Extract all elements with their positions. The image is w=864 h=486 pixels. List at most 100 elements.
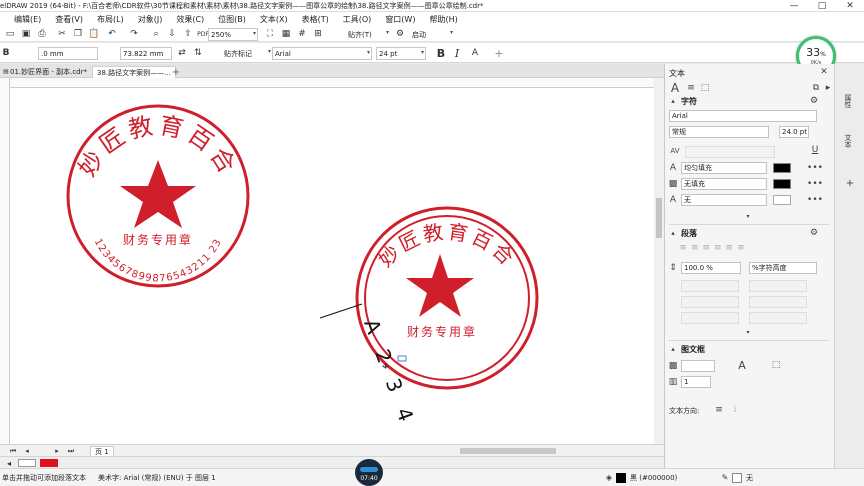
horizontal-scroll-thumb[interactable] <box>460 448 556 454</box>
tab-document-2[interactable]: 38.路径文字案例——... <box>92 66 176 78</box>
frame-wrap-icon[interactable]: ⬚ <box>769 358 783 372</box>
more-icon[interactable]: ••• <box>805 162 825 174</box>
add-docker-icon[interactable]: + <box>845 178 855 189</box>
palette-arrow-icon[interactable]: ◂ <box>4 458 14 468</box>
outline-color-swatch[interactable] <box>773 195 791 205</box>
indent-field-4[interactable] <box>749 296 807 308</box>
launch-dropdown[interactable]: 启动 ▾ <box>410 28 454 41</box>
docker-menu-icon[interactable]: ▸ <box>823 82 833 94</box>
collapse-icon[interactable]: ▴ <box>669 228 677 238</box>
vertical-text-icon[interactable]: ⦙ <box>729 404 741 416</box>
maximize-button[interactable]: □ <box>808 0 836 12</box>
offset-y-field[interactable]: 73.822 mm <box>120 47 172 60</box>
close-icon[interactable]: ✕ <box>819 67 829 77</box>
bg-color-swatch[interactable] <box>773 179 791 189</box>
gear-icon[interactable]: ⚙ <box>809 228 819 238</box>
indent-field-2[interactable] <box>749 280 807 292</box>
menu-view[interactable]: 查看(V) <box>55 14 83 25</box>
frame-fill-select[interactable] <box>681 360 715 372</box>
indent-field-1[interactable] <box>681 280 739 292</box>
italic-button[interactable]: I <box>450 46 464 60</box>
export-icon[interactable]: ⇧ <box>182 28 194 40</box>
fill-color-swatch[interactable] <box>773 163 791 173</box>
fill-type-select[interactable]: 均匀填充 <box>681 162 767 174</box>
line-unit-select[interactable]: %字符高度 <box>749 262 817 274</box>
frame-text-icon[interactable]: A <box>735 358 749 372</box>
indent-field-3[interactable] <box>681 296 739 308</box>
minimize-button[interactable]: — <box>780 0 808 12</box>
fill-swatch[interactable] <box>616 473 626 483</box>
first-page-icon[interactable]: ⏮ <box>8 446 18 456</box>
stamp-1[interactable]: 妙匠教育百合 财务专用章 1234567899876543211 23 <box>66 104 250 288</box>
menu-object[interactable]: 对象(J) <box>138 14 163 25</box>
menu-table[interactable]: 表格(T) <box>302 14 329 25</box>
selection-handle[interactable] <box>397 355 407 362</box>
spacing-field-2[interactable] <box>749 312 807 324</box>
fullscreen-icon[interactable]: ⛶ <box>264 28 276 40</box>
search-icon[interactable]: ⌕ <box>150 28 162 40</box>
side-tab-text[interactable]: 文本 <box>843 134 853 148</box>
mirror-v-icon[interactable]: ⇅ <box>192 47 204 59</box>
gear-icon[interactable]: ⚙ <box>809 96 819 106</box>
snap-marks-dropdown[interactable]: 贴齐标记 ▾ <box>222 47 272 60</box>
vertical-ruler[interactable] <box>0 78 10 444</box>
horizontal-ruler[interactable] <box>10 78 654 88</box>
gear-icon[interactable]: ⚙ <box>394 28 406 40</box>
swatch-red[interactable] <box>40 459 58 467</box>
collapse-icon[interactable]: ▴ <box>669 96 677 106</box>
side-tab-properties[interactable]: 属性 <box>843 94 853 108</box>
mirror-h-icon[interactable]: ⇄ <box>176 47 188 59</box>
last-page-icon[interactable]: ⏭ <box>66 446 76 456</box>
close-button[interactable]: ✕ <box>836 0 864 12</box>
menu-layout[interactable]: 布局(L) <box>97 14 124 25</box>
tab-document-1[interactable]: 01.妙匠界面 - 副本.cdr* <box>6 66 91 78</box>
stamp-2[interactable]: 妙匠教育百合 财务专用章 A 2 3 4 ⌖ <box>319 206 539 430</box>
expand-icon[interactable]: ▾ <box>743 328 753 336</box>
copy-icon[interactable]: ❐ <box>72 28 84 40</box>
font-select[interactable]: Arial ▾ <box>272 47 372 60</box>
undo-icon[interactable]: ↶ <box>106 28 118 40</box>
menu-window[interactable]: 窗口(W) <box>385 14 415 25</box>
menu-tools[interactable]: 工具(O) <box>343 14 372 25</box>
expand-icon[interactable]: ▾ <box>743 212 753 220</box>
menu-bitmaps[interactable]: 位图(B) <box>218 14 246 25</box>
open-icon[interactable]: ▭ <box>4 28 16 40</box>
panel-font-select[interactable]: Arial <box>669 110 817 122</box>
vertical-scroll-thumb[interactable] <box>656 198 662 238</box>
rulers-icon[interactable]: ▦ <box>280 28 292 40</box>
add-icon[interactable]: + <box>492 46 506 60</box>
vertical-scrollbar[interactable] <box>654 78 664 444</box>
next-page-icon[interactable]: ▸ <box>52 446 62 456</box>
bold-button[interactable]: B <box>434 46 448 60</box>
underline-icon[interactable]: U <box>809 144 821 156</box>
guides-icon[interactable]: ⊞ <box>312 28 324 40</box>
text-properties-icon[interactable]: A <box>468 46 482 60</box>
font-size-select[interactable]: 24 pt ▾ <box>376 47 426 60</box>
menu-help[interactable]: 帮助(H) <box>429 14 457 25</box>
docker-options-icon[interactable]: ⧉ <box>811 82 821 94</box>
panel-size-field[interactable]: 24.0 pt <box>779 126 809 138</box>
more-icon[interactable]: ••• <box>805 194 825 206</box>
text-object-icon[interactable]: B <box>0 47 12 59</box>
collapse-icon[interactable]: ▴ <box>669 344 677 354</box>
spacing-field-1[interactable] <box>681 312 739 324</box>
import-icon[interactable]: ⇩ <box>166 28 178 40</box>
outline-select[interactable]: 无 <box>681 194 767 206</box>
drawing-canvas[interactable]: 妙匠教育百合 财务专用章 1234567899876543211 23 妙匠教育… <box>10 88 654 444</box>
snap-dropdown[interactable]: 贴齐(T) ▾ <box>346 28 390 41</box>
kerning-field[interactable] <box>685 146 775 158</box>
print-icon[interactable]: ⎙ <box>36 28 48 40</box>
new-tab-icon[interactable]: + <box>171 67 181 78</box>
columns-field[interactable]: 1 <box>681 376 711 388</box>
menu-effects[interactable]: 效果(C) <box>176 14 204 25</box>
grid-icon[interactable]: # <box>296 28 308 40</box>
horizontal-text-icon[interactable]: ≡ <box>713 404 725 416</box>
panel-style-select[interactable]: 常规 <box>669 126 769 138</box>
save-icon[interactable]: ▣ <box>20 28 32 40</box>
prev-page-icon[interactable]: ◂ <box>22 446 32 456</box>
menu-edit[interactable]: 编辑(E) <box>14 14 41 25</box>
swatch-none[interactable] <box>18 459 36 467</box>
paste-icon[interactable]: 📋 <box>88 28 100 40</box>
cut-icon[interactable]: ✂ <box>56 28 68 40</box>
menu-text[interactable]: 文本(X) <box>260 14 288 25</box>
